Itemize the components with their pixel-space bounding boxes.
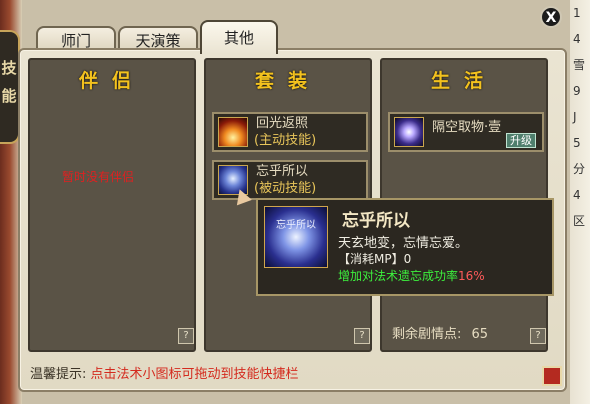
plot-points-value: 65 <box>471 327 489 342</box>
tooltip-cost: 【消耗MP】0 <box>338 250 411 267</box>
right-strip-text-0: 1 <box>573 6 581 20</box>
seal-stamp-icon <box>542 366 562 386</box>
close-button[interactable]: X <box>540 6 562 28</box>
fire-skill-icon[interactable] <box>218 117 248 147</box>
tooltip-cost-label: 【消耗MP】 <box>338 252 404 266</box>
life-skill-geikong[interactable]: 隔空取物·壹 升级 <box>388 112 544 152</box>
tooltip-cost-value: 0 <box>403 252 412 266</box>
partner-title: 伴侣 <box>78 70 145 92</box>
upgrade-button[interactable]: 升级 <box>506 133 536 148</box>
right-scene-strip: 1 4 雪 9 J 5 分 4 区 <box>570 0 590 404</box>
skill-type: (主动技能) <box>254 133 317 148</box>
plot-points-label: 剩余剧情点: <box>392 327 462 342</box>
right-strip-text-1: 4 <box>573 32 581 46</box>
plot-points: 剩余剧情点: 65 <box>392 323 488 342</box>
right-strip-text-2: 雪 <box>573 58 586 72</box>
tooltip-effect-pct: 16% <box>458 269 485 283</box>
tooltip-effect-text: 增加对法术遗忘成功率 <box>338 269 459 283</box>
right-strip-text-5: 5 <box>573 136 581 150</box>
suit-skill-huiguang[interactable]: 回光返照 (主动技能) <box>212 112 368 152</box>
skill-name: 忘乎所以 <box>256 164 309 179</box>
tooltip-title: 忘乎所以 <box>342 211 410 231</box>
tooltip-desc: 天玄地变，忘情忘爱。 <box>338 236 469 251</box>
skill-name: 隔空取物·壹 <box>432 120 502 135</box>
skill-side-badge[interactable]: 技能 <box>0 30 20 144</box>
right-strip-text-3: 9 <box>573 84 581 98</box>
partner-panel: 伴侣 暂时没有伴侣 ? <box>28 58 196 352</box>
right-strip-text-8: 区 <box>573 214 586 228</box>
tooltip-skill-icon: 忘乎所以 <box>264 206 328 268</box>
life-title: 生活 <box>430 70 497 92</box>
life-help-icon[interactable]: ? <box>530 328 546 344</box>
suit-help-icon[interactable]: ? <box>354 328 370 344</box>
right-strip-text-6: 分 <box>573 162 586 176</box>
skill-type: (被动技能) <box>254 181 317 196</box>
skill-name: 回光返照 <box>256 116 309 131</box>
right-strip-text-7: 4 <box>573 188 581 202</box>
hint-text: 点击法术小图标可拖动到技能快捷栏 <box>90 367 299 382</box>
side-badge-label: 技能 <box>1 59 17 105</box>
tooltip-effect: 增加对法术遗忘成功率16% <box>338 267 485 284</box>
skill-tooltip: 忘乎所以 忘乎所以 天玄地变，忘情忘爱。 【消耗MP】0 增加对法术遗忘成功率1… <box>256 198 554 296</box>
hint-label: 温馨提示: <box>30 367 87 382</box>
right-strip-text-4: J <box>573 110 577 124</box>
hint-bar: 温馨提示: 点击法术小图标可拖动到技能快捷栏 <box>30 363 299 382</box>
partner-status: 暂时没有伴侣 <box>62 170 135 184</box>
star-skill-icon[interactable] <box>394 117 424 147</box>
tab-other[interactable]: 其他 <box>200 20 278 54</box>
suit-title: 套装 <box>254 70 321 92</box>
partner-help-icon[interactable]: ? <box>178 328 194 344</box>
